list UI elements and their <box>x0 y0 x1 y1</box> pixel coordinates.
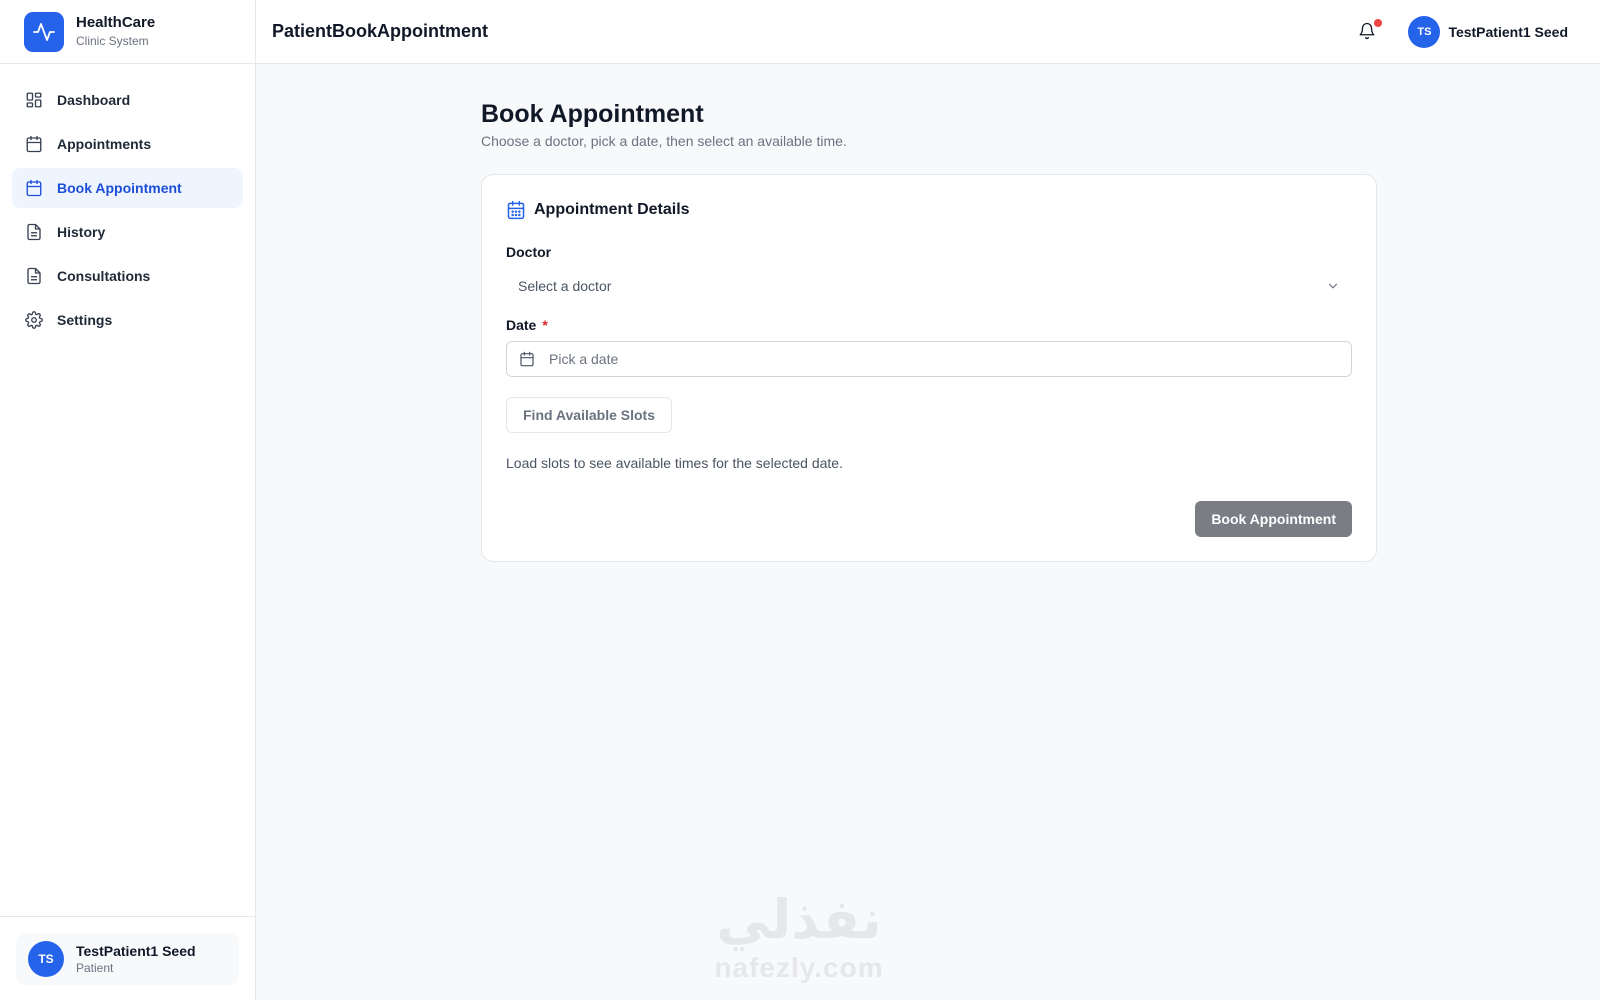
sidebar-footer: TS TestPatient1 Seed Patient <box>0 916 255 1000</box>
sidebar-item-label: Settings <box>57 312 113 328</box>
sidebar-item-book-appointment[interactable]: Book Appointment <box>12 168 243 208</box>
date-label-text: Date <box>506 317 537 333</box>
sidebar: HealthCare Clinic System Dashboard Appoi… <box>0 0 256 1000</box>
find-available-slots-button[interactable]: Find Available Slots <box>506 397 672 433</box>
sidebar-item-appointments[interactable]: Appointments <box>12 124 243 164</box>
book-appointment-button[interactable]: Book Appointment <box>1195 501 1352 537</box>
doctor-select[interactable]: Select a doctor <box>506 269 1352 303</box>
sidebar-item-dashboard[interactable]: Dashboard <box>12 80 243 120</box>
slots-hint: Load slots to see available times for th… <box>506 455 843 471</box>
calendar-icon <box>506 200 526 220</box>
avatar: TS <box>28 941 64 977</box>
avatar: TS <box>1408 15 1441 48</box>
activity-icon <box>24 11 64 52</box>
brand: HealthCare Clinic System <box>0 0 255 64</box>
watermark-latin: nafezly.com <box>714 952 884 983</box>
dashboard-grid-icon <box>25 91 43 109</box>
card-title: Appointment Details <box>534 201 690 218</box>
brand-subtitle: Clinic System <box>76 34 149 48</box>
main-content: Book Appointment Choose a doctor, pick a… <box>256 64 1600 1000</box>
header-user-menu[interactable]: TS TestPatient1 Seed <box>1408 15 1568 48</box>
chevron-down-icon <box>1326 279 1340 293</box>
notification-dot <box>1374 18 1383 27</box>
required-marker: * <box>542 317 548 333</box>
sidebar-user-card[interactable]: TS TestPatient1 Seed Patient <box>16 933 239 985</box>
header-user-name: TestPatient1 Seed <box>1448 23 1568 40</box>
watermark-arabic: نفذلي <box>716 888 882 951</box>
user-role: Patient <box>76 960 114 975</box>
bell-icon <box>1358 22 1376 44</box>
appointment-details-card: Appointment Details Doctor Select a doct… <box>481 174 1377 562</box>
sidebar-item-history[interactable]: History <box>12 212 243 252</box>
page-route-title: PatientBookAppointment <box>272 21 488 41</box>
sidebar-item-label: Consultations <box>57 268 151 284</box>
user-name: TestPatient1 Seed <box>76 942 196 959</box>
page-title: Book Appointment <box>481 100 704 128</box>
page-subtitle: Choose a doctor, pick a date, then selec… <box>481 133 847 149</box>
document-icon <box>25 267 43 285</box>
sidebar-nav: Dashboard Appointments Book Appointment … <box>0 64 255 360</box>
date-picker-input[interactable]: Pick a date <box>506 341 1352 377</box>
watermark-logo: نفذلي nafezly.com <box>694 890 904 1000</box>
date-label: Date * <box>506 316 1352 334</box>
notifications-button[interactable] <box>1358 18 1383 44</box>
sidebar-item-settings[interactable]: Settings <box>12 300 243 340</box>
sidebar-item-label: History <box>57 224 106 240</box>
calendar-icon <box>25 179 43 197</box>
sidebar-item-label: Book Appointment <box>57 180 182 196</box>
sidebar-item-label: Dashboard <box>57 92 131 108</box>
gear-icon <box>25 311 43 329</box>
date-placeholder: Pick a date <box>549 351 619 367</box>
calendar-icon <box>25 135 43 153</box>
document-icon <box>25 223 43 241</box>
sidebar-item-label: Appointments <box>57 136 152 152</box>
calendar-icon <box>519 351 535 367</box>
doctor-select-placeholder: Select a doctor <box>518 278 612 294</box>
sidebar-item-consultations[interactable]: Consultations <box>12 256 243 296</box>
top-header: PatientBookAppointment TS TestPatient1 S… <box>256 0 1600 64</box>
brand-title: HealthCare <box>76 14 156 31</box>
doctor-label: Doctor <box>506 244 552 260</box>
